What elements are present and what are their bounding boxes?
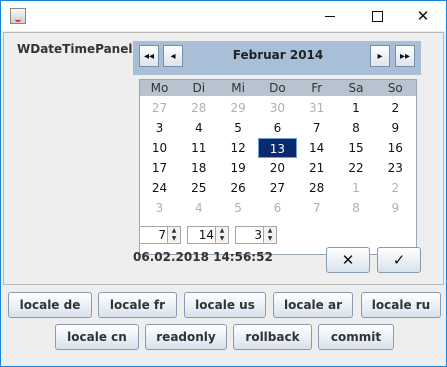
app-window: ✕ WDateTimePanel ◂◂ ◂ Februar 2014 ▸ ▸▸ … [0, 0, 447, 367]
locale-de-button[interactable]: locale de [8, 292, 92, 318]
prev-month-button[interactable]: ◂ [163, 45, 183, 67]
day-cell[interactable]: 30 [258, 98, 297, 118]
commit-button[interactable]: commit [318, 324, 394, 350]
second-value: 3 [254, 228, 262, 242]
day-cell[interactable]: 5 [219, 198, 258, 218]
day-cell[interactable]: 29 [219, 98, 258, 118]
locale-cn-button[interactable]: locale cn [55, 324, 139, 350]
day-cell[interactable]: 20 [258, 158, 297, 178]
day-cell[interactable]: 12 [219, 138, 258, 158]
day-cell[interactable]: 4 [179, 118, 218, 138]
day-cell[interactable]: 22 [337, 158, 376, 178]
next-month-button[interactable]: ▸ [370, 45, 390, 67]
day-cell[interactable]: 11 [179, 138, 218, 158]
day-cell[interactable]: 4 [179, 198, 218, 218]
day-cell[interactable]: 2 [376, 98, 415, 118]
minimize-button[interactable] [307, 1, 353, 31]
readonly-button[interactable]: readonly [145, 324, 227, 350]
locale-us-button[interactable]: locale us [184, 292, 266, 318]
weekday-label: Sa [348, 81, 364, 95]
java-app-icon [10, 8, 26, 24]
weekday-label: Di [192, 81, 206, 95]
calendar-header: ◂◂ ◂ Februar 2014 ▸ ▸▸ [133, 41, 421, 75]
weekday-label: Mo [150, 81, 169, 95]
prev-year-button[interactable]: ◂◂ [139, 45, 159, 67]
day-cell[interactable]: 2 [376, 178, 415, 198]
day-cell[interactable]: 24 [140, 178, 179, 198]
minute-spinner[interactable]: 14 ▲ ▼ [187, 226, 229, 244]
day-cell[interactable]: 31 [297, 98, 336, 118]
month-label: Februar 2014 [232, 48, 324, 62]
day-cell[interactable]: 13 [257, 138, 297, 158]
weekday-label: Mi [231, 81, 245, 95]
checkmark-icon: ✓ [392, 251, 406, 269]
cancel-button[interactable]: ✕ [326, 247, 370, 273]
day-cell[interactable]: 9 [376, 118, 415, 138]
day-cell[interactable]: 3 [140, 198, 179, 218]
day-cell[interactable]: 27 [258, 178, 297, 198]
day-cell[interactable]: 6 [258, 198, 297, 218]
day-cell[interactable]: 17 [140, 158, 179, 178]
double-chevron-left-icon: ◂◂ [143, 50, 155, 62]
title-bar: ✕ [1, 1, 446, 31]
locale-ar-button[interactable]: locale ar [273, 292, 353, 318]
weekday-label: Do [269, 81, 286, 95]
hour-value: 7 [158, 228, 166, 242]
chevron-right-icon: ▸ [377, 50, 383, 62]
maximize-button[interactable] [354, 1, 400, 31]
next-year-button[interactable]: ▸▸ [395, 45, 415, 67]
maximize-icon [371, 10, 383, 22]
day-cell[interactable]: 19 [219, 158, 258, 178]
day-cell[interactable]: 28 [297, 178, 336, 198]
day-cell[interactable]: 15 [337, 138, 376, 158]
day-cell[interactable]: 26 [219, 178, 258, 198]
panel-label: WDateTimePanel [17, 42, 133, 56]
day-cell[interactable]: 10 [140, 138, 179, 158]
calendar: ◂◂ ◂ Februar 2014 ▸ ▸▸ Mo Di Mi Do Fr Sa So 27… [133, 41, 421, 255]
chevron-left-icon: ◂ [170, 50, 176, 62]
locale-fr-button[interactable]: locale fr [98, 292, 177, 318]
day-cell[interactable]: 14 [297, 138, 336, 158]
locale-ru-button[interactable]: locale ru [361, 292, 441, 318]
ok-button[interactable]: ✓ [377, 247, 421, 273]
day-cell[interactable]: 7 [297, 118, 336, 138]
day-cell[interactable]: 9 [376, 198, 415, 218]
day-cell[interactable]: 1 [337, 178, 376, 198]
day-cell[interactable]: 18 [179, 158, 218, 178]
datetime-display: 06.02.2018 14:56:52 [133, 250, 273, 264]
x-icon: ✕ [341, 251, 355, 269]
weekday-header: Mo Di Mi Do Fr Sa So [140, 80, 416, 96]
day-cell[interactable]: 5 [219, 118, 258, 138]
close-icon: ✕ [416, 7, 430, 25]
day-cell[interactable]: 27 [140, 98, 179, 118]
minimize-icon [325, 15, 335, 17]
day-cell[interactable]: 3 [140, 118, 179, 138]
weekday-label: So [387, 81, 403, 95]
day-cell[interactable]: 16 [376, 138, 415, 158]
day-cell[interactable]: 1 [337, 98, 376, 118]
minute-down-icon[interactable]: ▼ [215, 235, 228, 243]
rollback-button[interactable]: rollback [233, 324, 312, 350]
close-button[interactable]: ✕ [400, 1, 446, 31]
day-cell[interactable]: 8 [337, 118, 376, 138]
weekday-label: Fr [311, 81, 323, 95]
day-cell[interactable]: 23 [376, 158, 415, 178]
day-cell[interactable]: 28 [179, 98, 218, 118]
hour-down-icon[interactable]: ▼ [167, 235, 180, 243]
double-chevron-right-icon: ▸▸ [399, 50, 411, 62]
day-cell[interactable]: 7 [297, 198, 336, 218]
hour-spinner[interactable]: 7 ▲ ▼ [139, 226, 181, 244]
day-cell[interactable]: 21 [297, 158, 336, 178]
day-cell[interactable]: 25 [179, 178, 218, 198]
second-spinner[interactable]: 3 ▲ ▼ [235, 226, 277, 244]
day-cell[interactable]: 8 [337, 198, 376, 218]
second-down-icon[interactable]: ▼ [263, 235, 276, 243]
day-cell[interactable]: 6 [258, 118, 297, 138]
minute-value: 14 [198, 228, 214, 242]
